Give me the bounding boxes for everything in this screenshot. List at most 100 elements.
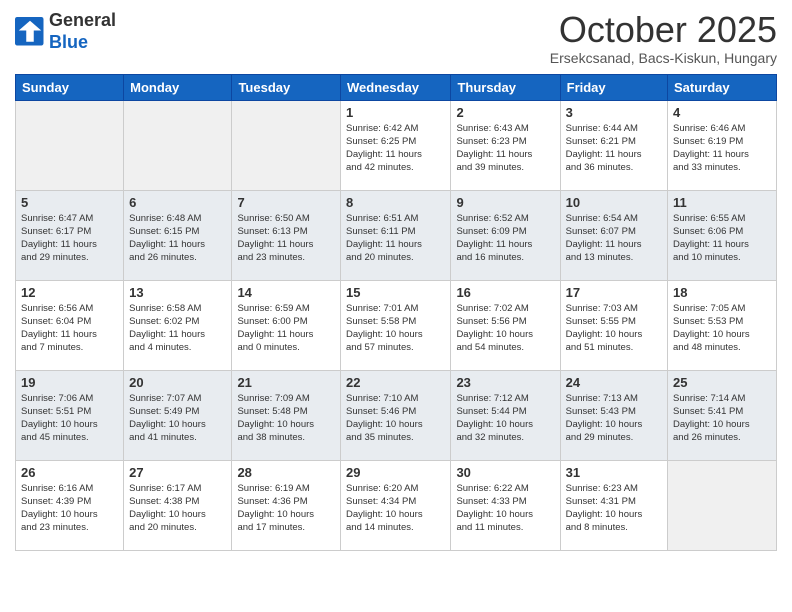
day-number: 11 bbox=[673, 195, 771, 210]
day-number: 2 bbox=[456, 105, 554, 120]
day-info: Sunrise: 6:19 AM Sunset: 4:36 PM Dayligh… bbox=[237, 482, 335, 535]
calendar-cell: 4Sunrise: 6:46 AM Sunset: 6:19 PM Daylig… bbox=[668, 100, 777, 190]
day-info: Sunrise: 6:56 AM Sunset: 6:04 PM Dayligh… bbox=[21, 302, 118, 355]
calendar-week-5: 26Sunrise: 6:16 AM Sunset: 4:39 PM Dayli… bbox=[16, 460, 777, 550]
col-tuesday: Tuesday bbox=[232, 74, 341, 100]
day-info: Sunrise: 7:07 AM Sunset: 5:49 PM Dayligh… bbox=[129, 392, 226, 445]
day-number: 3 bbox=[566, 105, 662, 120]
calendar-cell: 14Sunrise: 6:59 AM Sunset: 6:00 PM Dayli… bbox=[232, 280, 341, 370]
day-number: 16 bbox=[456, 285, 554, 300]
calendar-cell: 13 Sunrise: 6:58 AM Sunset: 6:02 PM Dayli… bbox=[124, 280, 232, 370]
day-info: Sunrise: 7:10 AM Sunset: 5:46 PM Dayligh… bbox=[346, 392, 445, 445]
calendar-cell: 3 Sunrise: 6:44 AM Sunset: 6:21 PM Daylig… bbox=[560, 100, 667, 190]
day-info: Sunrise: 6:23 AM Sunset: 4:31 PM Dayligh… bbox=[566, 482, 662, 535]
day-info: Sunrise: 6:50 AM Sunset: 6:13 PM Dayligh… bbox=[237, 212, 335, 265]
calendar-cell: 10 Sunrise: 6:54 AM Sunset: 6:07 PM Dayli… bbox=[560, 190, 667, 280]
calendar-cell: 15 Sunrise: 7:01 AM Sunset: 5:58 PM Dayli… bbox=[341, 280, 451, 370]
day-number: 8 bbox=[346, 195, 445, 210]
day-info: Sunrise: 7:01 AM Sunset: 5:58 PM Dayligh… bbox=[346, 302, 445, 355]
day-info: Sunrise: 6:22 AM Sunset: 4:33 PM Dayligh… bbox=[456, 482, 554, 535]
day-info: Sunrise: 7:06 AM Sunset: 5:51 PM Dayligh… bbox=[21, 392, 118, 445]
calendar-week-1: 1Sunrise: 6:42 AM Sunset: 6:25 PM Daylig… bbox=[16, 100, 777, 190]
day-number: 6 bbox=[129, 195, 226, 210]
day-info: Sunrise: 6:20 AM Sunset: 4:34 PM Dayligh… bbox=[346, 482, 445, 535]
day-number: 21 bbox=[237, 375, 335, 390]
calendar-cell: 8Sunrise: 6:51 AM Sunset: 6:11 PM Daylig… bbox=[341, 190, 451, 280]
calendar-week-2: 5 Sunrise: 6:47 AM Sunset: 6:17 PM Daylig… bbox=[16, 190, 777, 280]
col-saturday: Saturday bbox=[668, 74, 777, 100]
calendar-cell: 5 Sunrise: 6:47 AM Sunset: 6:17 PM Daylig… bbox=[16, 190, 124, 280]
calendar-cell bbox=[124, 100, 232, 190]
day-number: 19 bbox=[21, 375, 118, 390]
day-info: Sunrise: 7:03 AM Sunset: 5:55 PM Dayligh… bbox=[566, 302, 662, 355]
day-number: 22 bbox=[346, 375, 445, 390]
calendar-week-4: 19 Sunrise: 7:06 AM Sunset: 5:51 PM Dayli… bbox=[16, 370, 777, 460]
col-thursday: Thursday bbox=[451, 74, 560, 100]
calendar-cell: 25 Sunrise: 7:14 AM Sunset: 5:41 PM Dayli… bbox=[668, 370, 777, 460]
calendar-cell: 31 Sunrise: 6:23 AM Sunset: 4:31 PM Dayli… bbox=[560, 460, 667, 550]
day-info: Sunrise: 7:09 AM Sunset: 5:48 PM Dayligh… bbox=[237, 392, 335, 445]
calendar-cell: 1Sunrise: 6:42 AM Sunset: 6:25 PM Daylig… bbox=[341, 100, 451, 190]
calendar-cell: 23Sunrise: 7:12 AM Sunset: 5:44 PM Dayli… bbox=[451, 370, 560, 460]
calendar-cell: 28Sunrise: 6:19 AM Sunset: 4:36 PM Dayli… bbox=[232, 460, 341, 550]
month-title: October 2025 bbox=[550, 10, 777, 50]
calendar-cell: 11 Sunrise: 6:55 AM Sunset: 6:06 PM Dayli… bbox=[668, 190, 777, 280]
col-monday: Monday bbox=[124, 74, 232, 100]
day-number: 10 bbox=[566, 195, 662, 210]
calendar-cell: 20 Sunrise: 7:07 AM Sunset: 5:49 PM Dayli… bbox=[124, 370, 232, 460]
calendar-cell bbox=[16, 100, 124, 190]
calendar-page: General Blue October 2025 Ersekcsanad, B… bbox=[0, 0, 792, 612]
day-info: Sunrise: 6:44 AM Sunset: 6:21 PM Dayligh… bbox=[566, 122, 662, 175]
day-info: Sunrise: 6:17 AM Sunset: 4:38 PM Dayligh… bbox=[129, 482, 226, 535]
calendar-cell bbox=[668, 460, 777, 550]
calendar-table: Sunday Monday Tuesday Wednesday Thursday… bbox=[15, 74, 777, 551]
day-number: 17 bbox=[566, 285, 662, 300]
day-number: 18 bbox=[673, 285, 771, 300]
day-number: 5 bbox=[21, 195, 118, 210]
calendar-cell: 7Sunrise: 6:50 AM Sunset: 6:13 PM Daylig… bbox=[232, 190, 341, 280]
calendar-cell: 19 Sunrise: 7:06 AM Sunset: 5:51 PM Dayli… bbox=[16, 370, 124, 460]
day-info: Sunrise: 7:12 AM Sunset: 5:44 PM Dayligh… bbox=[456, 392, 554, 445]
day-info: Sunrise: 7:02 AM Sunset: 5:56 PM Dayligh… bbox=[456, 302, 554, 355]
day-number: 26 bbox=[21, 465, 118, 480]
logo-text: General Blue bbox=[49, 10, 116, 53]
day-info: Sunrise: 6:47 AM Sunset: 6:17 PM Dayligh… bbox=[21, 212, 118, 265]
day-number: 15 bbox=[346, 285, 445, 300]
calendar-cell: 9Sunrise: 6:52 AM Sunset: 6:09 PM Daylig… bbox=[451, 190, 560, 280]
calendar-cell: 24Sunrise: 7:13 AM Sunset: 5:43 PM Dayli… bbox=[560, 370, 667, 460]
day-info: Sunrise: 6:46 AM Sunset: 6:19 PM Dayligh… bbox=[673, 122, 771, 175]
logo-general: General bbox=[49, 10, 116, 30]
calendar-cell: 18 Sunrise: 7:05 AM Sunset: 5:53 PM Dayli… bbox=[668, 280, 777, 370]
day-info: Sunrise: 7:14 AM Sunset: 5:41 PM Dayligh… bbox=[673, 392, 771, 445]
day-number: 27 bbox=[129, 465, 226, 480]
day-number: 13 bbox=[129, 285, 226, 300]
day-number: 30 bbox=[456, 465, 554, 480]
day-number: 29 bbox=[346, 465, 445, 480]
day-info: Sunrise: 6:54 AM Sunset: 6:07 PM Dayligh… bbox=[566, 212, 662, 265]
logo: General Blue bbox=[15, 10, 116, 53]
day-number: 12 bbox=[21, 285, 118, 300]
day-number: 25 bbox=[673, 375, 771, 390]
day-number: 31 bbox=[566, 465, 662, 480]
day-info: Sunrise: 6:48 AM Sunset: 6:15 PM Dayligh… bbox=[129, 212, 226, 265]
calendar-week-3: 12 Sunrise: 6:56 AM Sunset: 6:04 PM Dayli… bbox=[16, 280, 777, 370]
day-info: Sunrise: 6:59 AM Sunset: 6:00 PM Dayligh… bbox=[237, 302, 335, 355]
logo-blue: Blue bbox=[49, 32, 88, 52]
day-number: 20 bbox=[129, 375, 226, 390]
calendar-cell: 30 Sunrise: 6:22 AM Sunset: 4:33 PM Dayli… bbox=[451, 460, 560, 550]
calendar-cell: 12 Sunrise: 6:56 AM Sunset: 6:04 PM Dayli… bbox=[16, 280, 124, 370]
calendar-cell: 16 Sunrise: 7:02 AM Sunset: 5:56 PM Dayli… bbox=[451, 280, 560, 370]
day-info: Sunrise: 6:58 AM Sunset: 6:02 PM Dayligh… bbox=[129, 302, 226, 355]
day-info: Sunrise: 6:52 AM Sunset: 6:09 PM Dayligh… bbox=[456, 212, 554, 265]
calendar-cell: 17 Sunrise: 7:03 AM Sunset: 5:55 PM Dayli… bbox=[560, 280, 667, 370]
title-section: October 2025 Ersekcsanad, Bacs-Kiskun, H… bbox=[550, 10, 777, 66]
day-info: Sunrise: 7:05 AM Sunset: 5:53 PM Dayligh… bbox=[673, 302, 771, 355]
header-row: Sunday Monday Tuesday Wednesday Thursday… bbox=[16, 74, 777, 100]
calendar-cell: 29 Sunrise: 6:20 AM Sunset: 4:34 PM Dayli… bbox=[341, 460, 451, 550]
calendar-cell: 21 Sunrise: 7:09 AM Sunset: 5:48 PM Dayli… bbox=[232, 370, 341, 460]
calendar-cell: 6 Sunrise: 6:48 AM Sunset: 6:15 PM Daylig… bbox=[124, 190, 232, 280]
calendar-cell: 2Sunrise: 6:43 AM Sunset: 6:23 PM Daylig… bbox=[451, 100, 560, 190]
day-number: 24 bbox=[566, 375, 662, 390]
day-number: 1 bbox=[346, 105, 445, 120]
day-info: Sunrise: 6:55 AM Sunset: 6:06 PM Dayligh… bbox=[673, 212, 771, 265]
